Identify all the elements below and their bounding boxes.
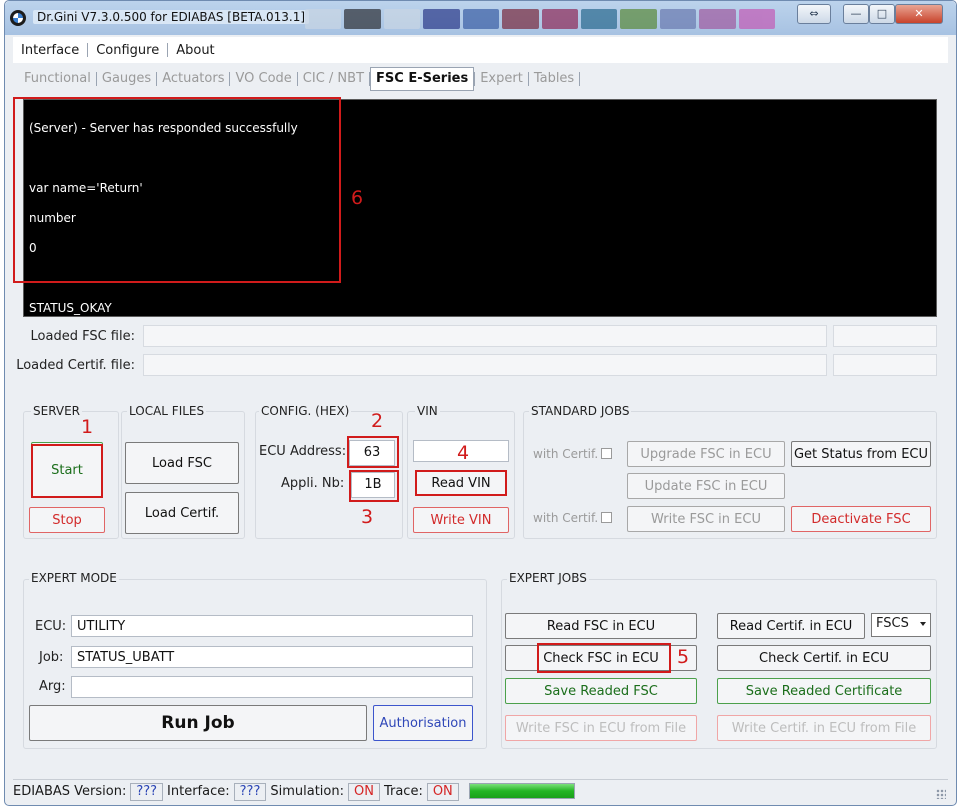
ecu-address-label: ECU Address:: [259, 444, 347, 459]
maximize-button[interactable]: □: [869, 4, 895, 24]
menu-interface[interactable]: Interface: [13, 43, 87, 58]
tab-bar: Functional Gauges Actuators VO Code CIC …: [19, 67, 581, 91]
authorisation-button[interactable]: Authorisation: [373, 705, 473, 741]
run-job-button[interactable]: Run Job: [29, 705, 367, 741]
console-line: (Server) - Server has responded successf…: [29, 121, 298, 135]
app-window: Dr.Gini V7.3.0.500 for EDIABAS [BETA.013…: [4, 0, 957, 806]
ecu-address-input[interactable]: 63: [349, 440, 395, 466]
bmw-logo-icon: [10, 10, 26, 26]
chevron-down-icon: [920, 622, 926, 626]
annotation-number-2: 2: [371, 410, 384, 432]
config-group-title: CONFIG. (HEX): [259, 404, 352, 418]
annotation-number-1: 1: [81, 416, 94, 438]
expert-mode-group-title: EXPERT MODE: [29, 571, 119, 585]
tab-separator: [579, 72, 581, 86]
loaded-certif-field: [143, 354, 827, 376]
title-bar-background: [305, 9, 776, 29]
loaded-fsc-extra-field: [833, 325, 937, 347]
deactivate-fsc-button[interactable]: Deactivate FSC: [791, 506, 931, 532]
loaded-certif-extra-field: [833, 354, 937, 376]
tab-expert[interactable]: Expert: [475, 69, 528, 89]
simulation-label: Simulation:: [270, 784, 344, 799]
read-vin-button[interactable]: Read VIN: [415, 470, 507, 496]
menu-about[interactable]: About: [168, 43, 222, 58]
tab-functional[interactable]: Functional: [19, 69, 96, 89]
annotation-number-6: 6: [351, 187, 364, 209]
menu-bar: Interface Configure About: [13, 37, 948, 63]
expert-ecu-label: ECU:: [35, 619, 67, 634]
with-certif-checkbox-2[interactable]: [601, 512, 612, 523]
expert-arg-label: Arg:: [39, 679, 66, 694]
annotation-number-5: 5: [677, 646, 690, 668]
fscs-select[interactable]: FSCS: [871, 613, 931, 637]
tab-tables[interactable]: Tables: [529, 69, 579, 89]
console-line: number: [29, 211, 76, 225]
server-group-title: SERVER: [31, 404, 83, 418]
simulation-badge: ON: [347, 782, 380, 801]
read-fsc-button[interactable]: Read FSC in ECU: [505, 613, 697, 639]
expert-ecu-input[interactable]: UTILITY: [71, 615, 473, 637]
console-line: STATUS_OKAY: [29, 301, 112, 315]
loaded-fsc-field: [143, 325, 827, 347]
trace-label: Trace:: [383, 784, 423, 799]
trace-badge: ON: [426, 782, 459, 801]
get-status-button[interactable]: Get Status from ECU: [791, 441, 931, 467]
minimize-button[interactable]: —: [843, 4, 869, 24]
write-fsc-from-file-button[interactable]: Write FSC in ECU from File: [505, 715, 697, 741]
with-certif-label-2: with Certif.: [533, 511, 599, 525]
expert-job-label: Job:: [39, 650, 64, 665]
check-fsc-button[interactable]: Check FSC in ECU: [505, 645, 697, 671]
expert-arg-input[interactable]: [71, 676, 473, 698]
tab-gauges[interactable]: Gauges: [97, 69, 156, 89]
expert-jobs-group-title: EXPERT JOBS: [507, 571, 589, 585]
check-certif-button[interactable]: Check Certif. in ECU: [717, 645, 931, 671]
local-files-group-title: LOCAL FILES: [127, 404, 207, 418]
expert-job-input[interactable]: STATUS_UBATT: [71, 646, 473, 668]
output-console[interactable]: (Server) - Server has responded successf…: [23, 99, 937, 317]
window-title: Dr.Gini V7.3.0.500 for EDIABAS [BETA.013…: [33, 10, 310, 24]
annotation-number-3: 3: [361, 506, 374, 528]
tab-cic-nbt[interactable]: CIC / NBT: [298, 69, 369, 89]
loaded-certif-label: Loaded Certif. file:: [16, 358, 135, 373]
vin-group-title: VIN: [415, 404, 440, 418]
stop-button[interactable]: Stop: [29, 507, 105, 533]
write-vin-button[interactable]: Write VIN: [413, 507, 509, 533]
progress-bar: [469, 783, 575, 799]
interface-label: Interface:: [167, 784, 230, 799]
with-certif-checkbox[interactable]: [601, 448, 612, 459]
with-certif-label: with Certif.: [533, 447, 599, 461]
progress-bar-fill: [470, 784, 574, 798]
tab-actuators[interactable]: Actuators: [157, 69, 229, 89]
loaded-fsc-label: Loaded FSC file:: [30, 329, 135, 344]
update-fsc-button[interactable]: Update FSC in ECU: [627, 473, 785, 499]
standard-jobs-group-title: STANDARD JOBS: [529, 404, 632, 418]
annotation-number-4: 4: [457, 442, 470, 464]
save-fsc-button[interactable]: Save Readed FSC: [505, 678, 697, 704]
load-fsc-button[interactable]: Load FSC: [125, 442, 239, 484]
appli-nb-input[interactable]: 1B: [351, 472, 395, 498]
swap-icon[interactable]: ⇔: [797, 4, 831, 24]
interface-badge: ???: [233, 782, 267, 801]
resize-grip-icon[interactable]: [936, 789, 946, 799]
console-line: 0: [29, 241, 37, 255]
start-button[interactable]: Start: [31, 442, 103, 498]
ediabas-version-label: EDIABAS Version:: [13, 784, 127, 799]
menu-configure[interactable]: Configure: [88, 43, 167, 58]
title-bar[interactable]: Dr.Gini V7.3.0.500 for EDIABAS [BETA.013…: [5, 1, 956, 35]
console-line: var name='Return': [29, 181, 143, 195]
ediabas-version-badge: ???: [130, 782, 164, 801]
read-certif-button[interactable]: Read Certif. in ECU: [717, 613, 865, 639]
upgrade-fsc-button[interactable]: Upgrade FSC in ECU: [627, 441, 785, 467]
save-certif-button[interactable]: Save Readed Certificate: [717, 678, 931, 704]
appli-nb-label: Appli. Nb:: [281, 476, 345, 491]
fscs-select-value: FSCS: [876, 616, 909, 631]
write-certif-from-file-button[interactable]: Write Certif. in ECU from File: [717, 715, 931, 741]
tab-vo-code[interactable]: VO Code: [230, 69, 296, 89]
tab-fsc-e-series[interactable]: FSC E-Series: [370, 67, 475, 91]
write-fsc-button[interactable]: Write FSC in ECU: [627, 506, 785, 532]
load-certif-button[interactable]: Load Certif.: [125, 492, 239, 534]
close-button[interactable]: ✕: [895, 4, 943, 24]
